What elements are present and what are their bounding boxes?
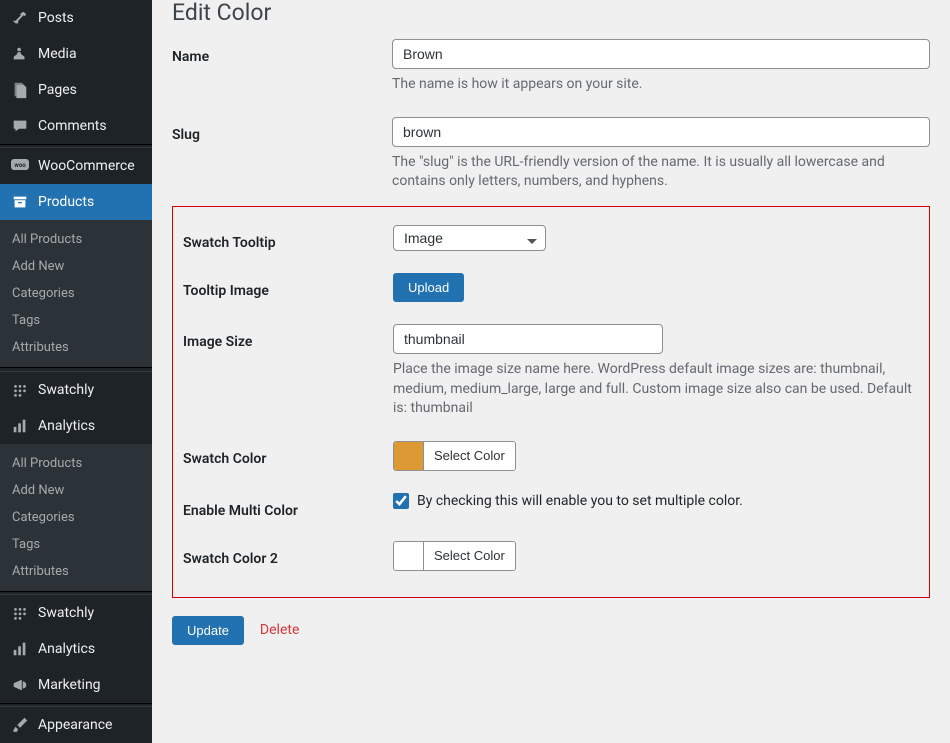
sub-attributes-2[interactable]: Attributes <box>0 558 152 585</box>
menu-label: Posts <box>38 10 74 26</box>
swatch-color-2-preview <box>394 542 424 570</box>
dots-icon <box>10 380 30 400</box>
select-color-button[interactable]: Select Color <box>424 442 515 470</box>
pages-icon <box>10 80 30 100</box>
menu-label: Analytics <box>38 641 95 657</box>
comment-icon <box>10 116 30 136</box>
sub-categories[interactable]: Categories <box>0 280 152 307</box>
sub-all-products[interactable]: All Products <box>0 226 152 253</box>
row-swatch-tooltip: Swatch Tooltip Image <box>173 225 917 251</box>
label-slug: Slug <box>172 117 392 192</box>
select-color-2-button[interactable]: Select Color <box>424 542 515 570</box>
row-swatch-color: Swatch Color Select Color <box>173 441 917 471</box>
label-swatch-tooltip: Swatch Tooltip <box>173 225 393 251</box>
menu-woocommerce[interactable]: woo WooCommerce <box>0 148 152 184</box>
enable-multi-checkbox[interactable] <box>393 493 409 509</box>
menu-swatchly[interactable]: Swatchly <box>0 372 152 408</box>
svg-text:woo: woo <box>14 162 26 169</box>
analytics-submenu: All Products Add New Categories Tags Att… <box>0 444 152 591</box>
row-slug: Slug The "slug" is the URL-friendly vers… <box>172 117 930 192</box>
enable-multi-help: By checking this will enable you to set … <box>417 493 743 509</box>
delete-link[interactable]: Delete <box>260 622 299 638</box>
page-title: Edit Color <box>172 0 930 25</box>
label-name: Name <box>172 39 392 95</box>
menu-marketing[interactable]: Marketing <box>0 667 152 703</box>
menu-label: Swatchly <box>38 605 94 621</box>
sub-attributes[interactable]: Attributes <box>0 334 152 361</box>
swatch-color-picker[interactable]: Select Color <box>393 441 516 471</box>
dots-icon <box>10 603 30 623</box>
sub-tags[interactable]: Tags <box>0 307 152 334</box>
label-swatch-color-2: Swatch Color 2 <box>173 541 393 571</box>
swatch-color-preview <box>394 442 424 470</box>
swatch-color-2-picker[interactable]: Select Color <box>393 541 516 571</box>
help-name: The name is how it appears on your site. <box>392 75 930 95</box>
woo-icon: woo <box>10 156 30 176</box>
archive-icon <box>10 192 30 212</box>
megaphone-icon <box>10 675 30 695</box>
help-image-size: Place the image size name here. WordPres… <box>393 360 917 419</box>
label-tooltip-image: Tooltip Image <box>173 273 393 302</box>
row-image-size: Image Size Place the image size name her… <box>173 324 917 419</box>
slug-input[interactable] <box>392 117 930 147</box>
sub-categories-2[interactable]: Categories <box>0 504 152 531</box>
name-input[interactable] <box>392 39 930 69</box>
upload-button[interactable]: Upload <box>393 273 464 302</box>
menu-analytics[interactable]: Analytics <box>0 408 152 444</box>
sub-add-new-2[interactable]: Add New <box>0 477 152 504</box>
menu-label: Products <box>38 194 94 210</box>
actions-row: Update Delete <box>172 616 930 645</box>
row-swatch-color-2: Swatch Color 2 Select Color <box>173 541 917 571</box>
row-enable-multi: Enable Multi Color By checking this will… <box>173 493 917 519</box>
menu-label: Marketing <box>38 677 101 693</box>
swatch-settings-box: Swatch Tooltip Image Tooltip Image Uploa… <box>172 206 930 598</box>
label-swatch-color: Swatch Color <box>173 441 393 471</box>
media-icon <box>10 44 30 64</box>
row-tooltip-image: Tooltip Image Upload <box>173 273 917 302</box>
enable-multi-wrapper[interactable]: By checking this will enable you to set … <box>393 493 917 509</box>
sub-all-products-2[interactable]: All Products <box>0 450 152 477</box>
update-button[interactable]: Update <box>172 616 244 645</box>
menu-swatchly-2[interactable]: Swatchly <box>0 595 152 631</box>
products-submenu: All Products Add New Categories Tags Att… <box>0 220 152 367</box>
sub-tags-2[interactable]: Tags <box>0 531 152 558</box>
menu-products[interactable]: Products <box>0 184 152 220</box>
image-size-input[interactable] <box>393 324 663 354</box>
main-content: Edit Color Name The name is how it appea… <box>152 0 950 743</box>
label-enable-multi: Enable Multi Color <box>173 493 393 519</box>
chart-icon <box>10 639 30 659</box>
menu-media[interactable]: Media <box>0 36 152 72</box>
menu-comments[interactable]: Comments <box>0 108 152 144</box>
menu-appearance[interactable]: Appearance <box>0 707 152 743</box>
sub-add-new[interactable]: Add New <box>0 253 152 280</box>
pin-icon <box>10 8 30 28</box>
admin-sidebar: Posts Media Pages Comments woo WooCommer… <box>0 0 152 743</box>
menu-label: Analytics <box>38 418 95 434</box>
menu-posts[interactable]: Posts <box>0 0 152 36</box>
menu-label: Appearance <box>38 717 112 733</box>
menu-pages[interactable]: Pages <box>0 72 152 108</box>
chart-icon <box>10 416 30 436</box>
row-name: Name The name is how it appears on your … <box>172 39 930 95</box>
swatch-tooltip-select[interactable]: Image <box>393 225 546 251</box>
help-slug: The "slug" is the URL-friendly version o… <box>392 153 930 192</box>
menu-label: Pages <box>38 82 77 98</box>
label-image-size: Image Size <box>173 324 393 419</box>
menu-label: Swatchly <box>38 382 94 398</box>
menu-label: Media <box>38 46 77 62</box>
menu-label: Comments <box>38 118 107 134</box>
brush-icon <box>10 715 30 735</box>
menu-label: WooCommerce <box>38 158 135 174</box>
menu-analytics-2[interactable]: Analytics <box>0 631 152 667</box>
